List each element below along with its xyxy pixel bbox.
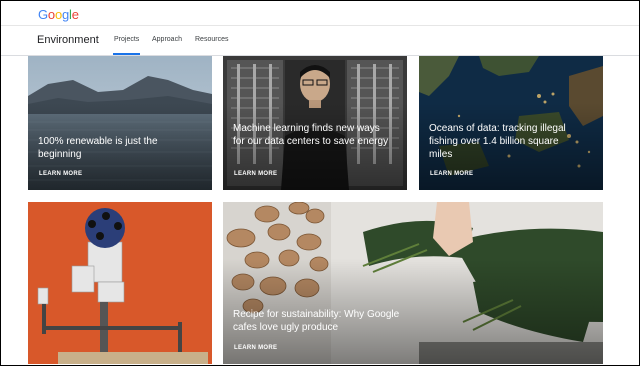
card-title[interactable]: Machine learning finds new ways for our … xyxy=(233,122,393,148)
nav-link-resources[interactable]: Resources xyxy=(195,36,228,43)
learn-more-link[interactable]: LEARN MORE xyxy=(39,171,82,177)
logo-letter: o xyxy=(47,7,55,22)
google-logo[interactable]: Google xyxy=(38,7,79,22)
story-card-machine-learning[interactable]: Machine learning finds new ways for our … xyxy=(223,56,407,190)
logo-letter: g xyxy=(61,7,70,22)
image-shade xyxy=(223,202,603,364)
story-card-oceans-of-data[interactable]: Oceans of data: tracking illegal fishing… xyxy=(419,56,603,190)
story-card-street-view-camera[interactable] xyxy=(28,202,212,364)
nav-link-projects[interactable]: Projects xyxy=(112,36,141,55)
card-title[interactable]: Recipe for sustainability: Why Google ca… xyxy=(233,308,413,334)
story-card-renewable[interactable]: 100% renewable is just the beginning LEA… xyxy=(28,56,212,190)
logo-letter: o xyxy=(54,7,62,22)
story-card-ugly-produce[interactable]: Recipe for sustainability: Why Google ca… xyxy=(223,202,603,364)
learn-more-link[interactable]: LEARN MORE xyxy=(430,171,473,177)
nav-bar: Environment Projects Approach Resources xyxy=(1,26,639,56)
logo-letter: G xyxy=(38,7,48,22)
image-shade xyxy=(28,56,212,190)
card-title[interactable]: 100% renewable is just the beginning xyxy=(38,135,188,161)
learn-more-link[interactable]: LEARN MORE xyxy=(234,171,277,177)
card-title[interactable]: Oceans of data: tracking illegal fishing… xyxy=(429,122,579,161)
top-bar: Google xyxy=(1,1,639,26)
section-title[interactable]: Environment xyxy=(37,34,99,46)
logo-letter: e xyxy=(71,7,79,22)
nav-link-approach[interactable]: Approach xyxy=(152,36,182,43)
camera-rig-image xyxy=(28,202,212,364)
learn-more-link[interactable]: LEARN MORE xyxy=(234,345,277,351)
